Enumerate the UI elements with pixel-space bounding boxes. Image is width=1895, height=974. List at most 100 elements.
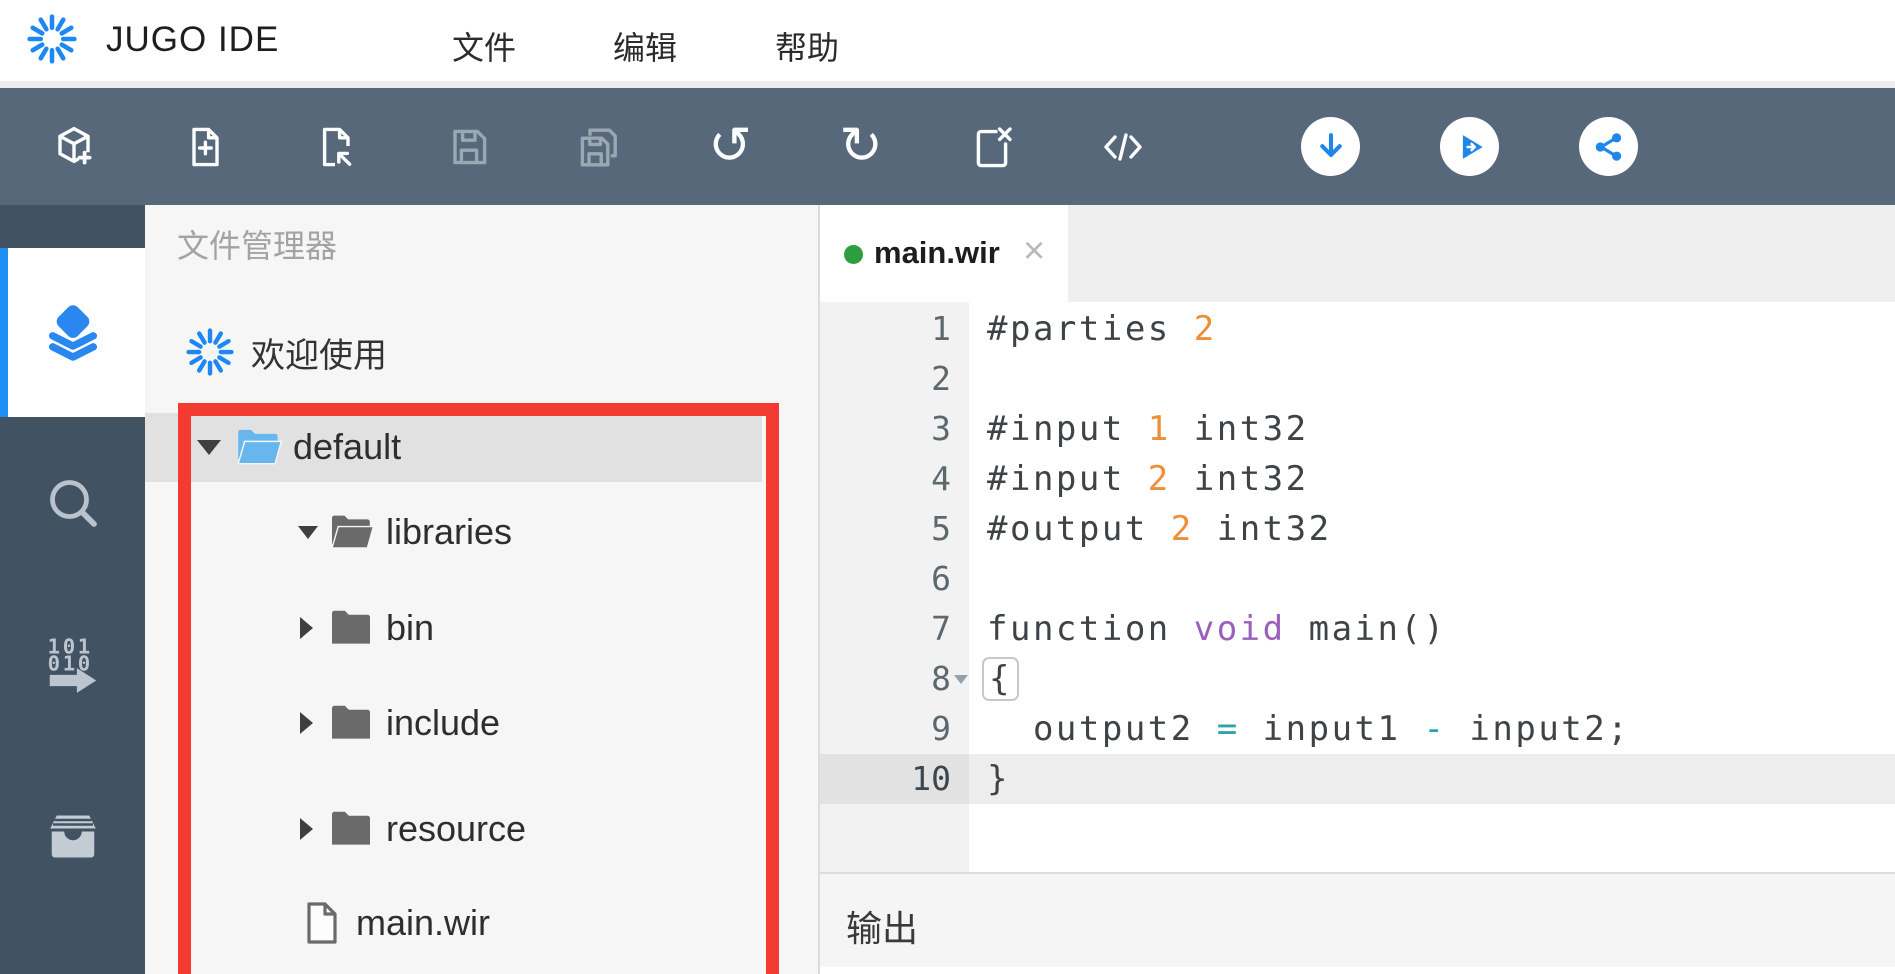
- modified-dot-icon: [844, 245, 863, 264]
- caret-collapsed-icon[interactable]: [300, 818, 327, 840]
- line-number-active[interactable]: 10: [820, 754, 969, 804]
- inbox-icon: [49, 815, 96, 858]
- caret-collapsed-icon[interactable]: [300, 712, 327, 734]
- app-title: JUGO IDE: [106, 20, 280, 59]
- line-number-with-fold[interactable]: 8: [820, 654, 969, 704]
- download-button[interactable]: [1301, 117, 1360, 176]
- undo-arrow-icon: ↺: [708, 117, 752, 175]
- welcome-label: 欢迎使用: [251, 336, 387, 375]
- search-icon: [49, 480, 97, 527]
- caret-collapsed-icon[interactable]: [300, 617, 327, 639]
- output-panel: 输出: [820, 872, 1895, 974]
- code-line: #output 2 int32: [987, 509, 1332, 549]
- redo-arrow-icon: ↻: [839, 117, 883, 175]
- line-number-gutter: 1 2 3 4 5 6 7 8 9 10: [820, 302, 969, 872]
- tree-item-label: resource: [386, 808, 527, 849]
- explorer-title: 文件管理器: [177, 228, 338, 264]
- toolbar: ↺ ↻: [0, 88, 1895, 205]
- code-view-button[interactable]: [1099, 88, 1147, 205]
- code-line: {: [969, 654, 1895, 704]
- folder-icon: [332, 811, 370, 845]
- caret-expanded-icon[interactable]: [197, 439, 233, 455]
- tree-item-default[interactable]: default: [145, 416, 870, 478]
- line-number[interactable]: 7: [820, 604, 969, 654]
- code-pane[interactable]: #parties 2 #input 1 int32 #input 2 int32…: [969, 302, 1895, 872]
- activity-item-files[interactable]: [0, 272, 145, 392]
- tree-item-label: libraries: [386, 511, 513, 552]
- activity-item-io-data[interactable]: 101 010: [0, 605, 145, 725]
- code-brackets-icon: [1104, 132, 1142, 161]
- menu-file[interactable]: 文件: [452, 23, 516, 69]
- code-editor[interactable]: 1 2 3 4 5 6 7 8 9 10 #parties 2 #input 1…: [820, 302, 1895, 872]
- play-circle-icon: [1462, 134, 1483, 159]
- tab-bar: main.wir ×: [820, 205, 1895, 302]
- line-number[interactable]: 3: [820, 404, 969, 454]
- folder-open-icon: [237, 429, 283, 465]
- tree-item-label: bin: [386, 607, 435, 648]
- welcome-burst-icon: [186, 328, 234, 376]
- menu-edit[interactable]: 编辑: [613, 23, 677, 69]
- new-project-button[interactable]: [50, 88, 98, 205]
- undo-button[interactable]: ↺: [706, 88, 754, 205]
- line-number[interactable]: 6: [820, 554, 969, 604]
- code-line: #input 1 int32: [987, 409, 1309, 449]
- code-line: function void main(): [987, 609, 1447, 649]
- new-file-button[interactable]: [181, 88, 229, 205]
- share-circle-icon: [1595, 132, 1621, 161]
- code-line: output2 = input1 - input2;: [987, 709, 1631, 749]
- share-button[interactable]: [1579, 117, 1638, 176]
- output-content-area: [820, 967, 1895, 974]
- cube-plus-icon: [58, 126, 92, 164]
- activity-item-archive[interactable]: [0, 775, 145, 895]
- code-line-active: }: [969, 754, 1895, 804]
- tree-item-label: default: [293, 426, 402, 467]
- redo-button[interactable]: ↻: [837, 88, 885, 205]
- binary-arrow-icon: 101 010: [47, 635, 96, 693]
- main-body: 101 010 文件管理器 欢迎使用 default libraries bin…: [0, 205, 1895, 974]
- menu-help[interactable]: 帮助: [775, 23, 839, 69]
- tab-close-icon[interactable]: ×: [1023, 230, 1045, 273]
- tab-main-wir[interactable]: main.wir ×: [820, 205, 1068, 302]
- red-highlight-rectangle: [178, 403, 779, 974]
- svg-text:010: 010: [47, 652, 92, 676]
- matched-bracket: {: [982, 657, 1019, 701]
- line-number[interactable]: 9: [820, 704, 969, 754]
- floppy-stack-icon: [580, 127, 617, 166]
- folder-icon: [332, 610, 370, 644]
- editor-panel: main.wir × 1 2 3 4 5 6 7 8 9 10 #parties…: [818, 205, 1895, 974]
- tree-item-label: main.wir: [356, 902, 491, 943]
- line-number[interactable]: 4: [820, 454, 969, 504]
- jugo-ide-app: JUGO IDE 文件 编辑 帮助 ↺ ↻ 101 010 文件管理器 欢迎使用…: [0, 0, 1895, 974]
- floppy-icon: [453, 129, 487, 164]
- folder-icon: [332, 705, 370, 739]
- fold-caret-icon[interactable]: [954, 675, 968, 684]
- layers-icon: [48, 305, 97, 361]
- output-panel-title: 输出: [846, 908, 919, 949]
- download-circle-icon: [1319, 132, 1342, 157]
- close-file-button[interactable]: [968, 88, 1016, 205]
- run-button[interactable]: [1440, 117, 1499, 176]
- caret-expanded-icon[interactable]: [298, 525, 327, 539]
- file-plus-icon: [192, 127, 219, 166]
- activity-item-search[interactable]: [0, 443, 145, 563]
- tree-item-label: include: [386, 702, 501, 743]
- line-number[interactable]: 2: [820, 354, 969, 404]
- file-icon: [307, 902, 337, 944]
- header: JUGO IDE 文件 编辑 帮助: [0, 0, 1895, 88]
- activity-bar: 101 010: [0, 205, 145, 974]
- open-file-button[interactable]: [312, 88, 360, 205]
- code-line: #input 2 int32: [987, 459, 1309, 499]
- file-import-icon: [322, 127, 352, 166]
- line-number[interactable]: 1: [820, 304, 969, 354]
- jugo-logo-burst-icon: [27, 14, 77, 64]
- code-line: #parties 2: [987, 309, 1217, 349]
- folder-open-icon: [331, 515, 375, 549]
- save-all-button[interactable]: [574, 88, 622, 205]
- save-button[interactable]: [445, 88, 493, 205]
- file-close-icon: [976, 126, 1012, 167]
- welcome-item[interactable]: 欢迎使用: [145, 321, 818, 383]
- line-number[interactable]: 5: [820, 504, 969, 554]
- tab-label: main.wir: [874, 235, 1000, 270]
